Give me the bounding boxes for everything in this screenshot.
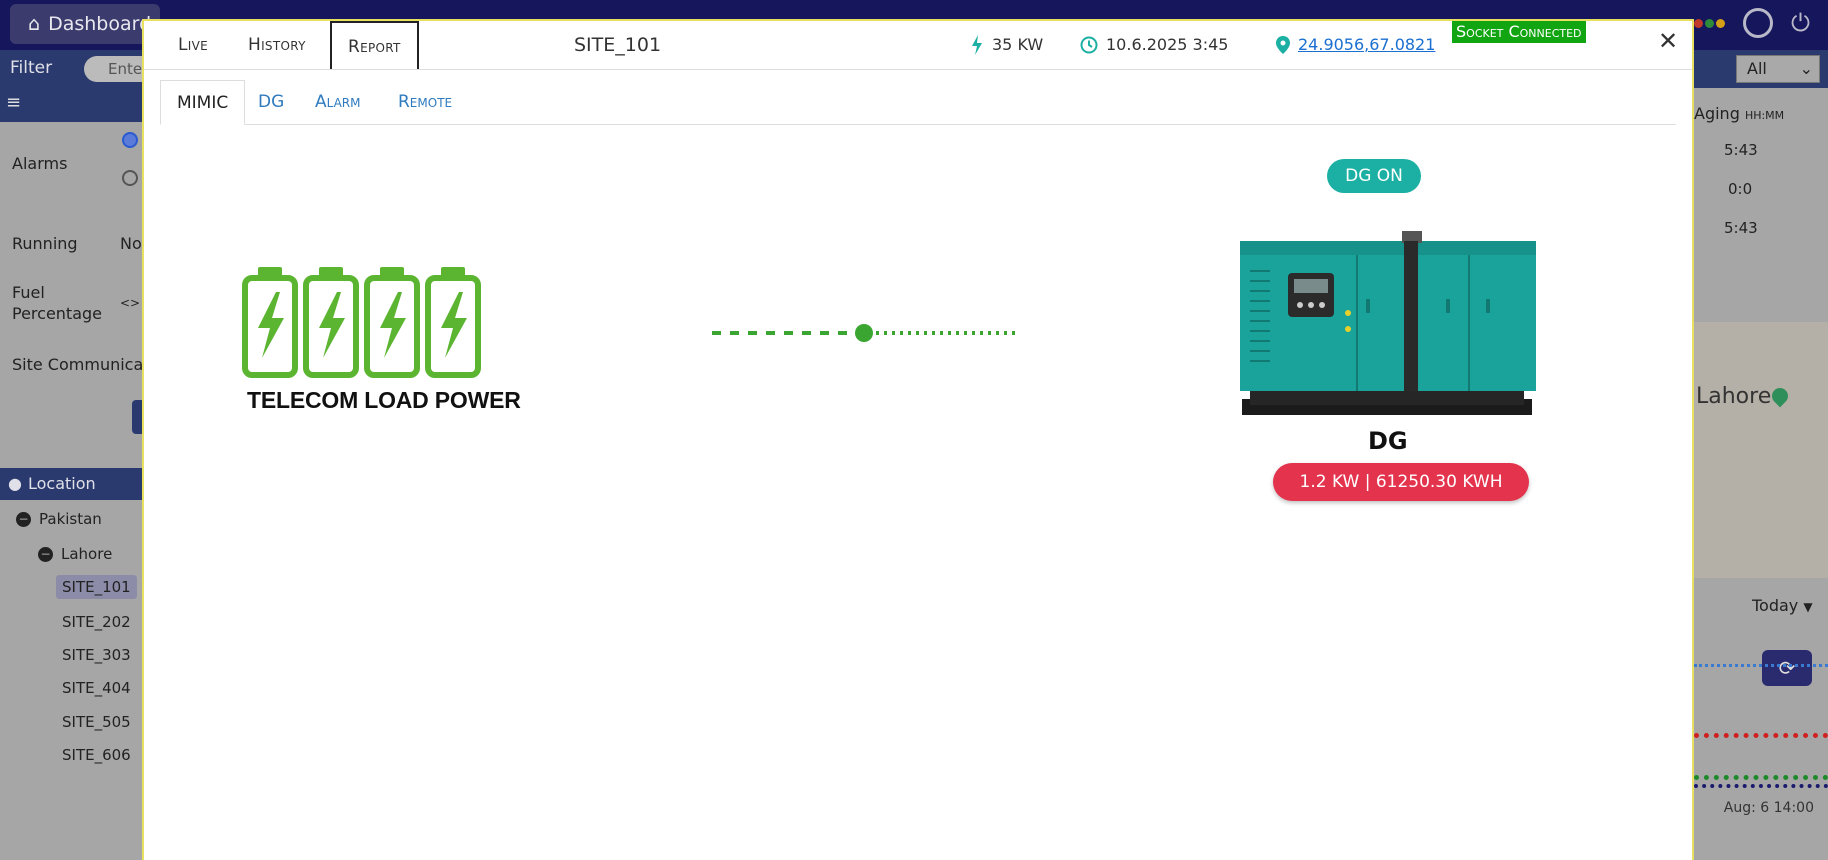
fuel-value: <> [120,296,141,310]
dg-reading-badge: 1.2 KW | 61250.30 KWH [1273,463,1529,501]
site-item-label: SITE_505 [62,713,131,731]
status-dots-icon [1694,18,1726,28]
lightning-icon [972,35,982,55]
tab-history[interactable]: History [248,21,306,69]
all-select[interactable]: All ⌄ [1736,55,1820,83]
site-communication-label: Site Communicati [12,355,154,374]
filter-icon-bar: ≡ [0,88,142,122]
dashboard-button[interactable]: ⌂ Dashboard [10,4,160,44]
map-city-label: Lahore [1696,384,1772,409]
flow-indicator [855,324,873,342]
all-select-value: All [1747,59,1767,78]
tab-alarm[interactable]: Alarm [315,80,361,125]
power-value: 35 KW [992,35,1044,54]
dashboard-label: Dashboard [48,13,152,35]
running-label: Running [12,234,78,253]
clock-icon [1080,36,1098,54]
trace-green [1694,775,1828,783]
aging-label: Aging [1694,104,1740,123]
power-readout: 35 KW [970,21,1043,69]
fuel-label: Fuel Percentage [12,283,103,323]
collapse-icon[interactable]: − [16,512,31,527]
site-item[interactable]: SITE_404 [62,679,131,697]
site-item-label: SITE_101 [56,575,137,599]
coordinates-readout: 24.9056,67.0821 [1276,21,1435,69]
tree-country[interactable]: − Pakistan [16,510,102,528]
dg-status-badge: DG ON [1327,159,1421,193]
power-icon[interactable]: ⏻ [1791,9,1810,37]
trace-navy [1694,784,1828,792]
site-item[interactable]: SITE_202 [62,613,131,631]
aging-value: 5:43 [1724,219,1758,237]
alarms-label: Alarms [12,154,68,173]
coordinates-link[interactable]: 24.9056,67.0821 [1298,21,1435,69]
site-item-label: SITE_202 [62,613,131,631]
tree-city-label: Lahore [61,545,113,563]
socket-status: Socket Connected [1452,21,1586,43]
site-item-label: SITE_303 [62,646,131,664]
location-pin-icon [1276,36,1290,54]
left-panel-button[interactable] [132,400,142,434]
alarms-radio-1[interactable] [122,132,138,148]
user-profile-icon[interactable] [1743,8,1774,38]
modal-header: Live History Report SITE_101 35 KW 10.6.… [144,21,1692,70]
alarms-radio-2[interactable] [122,170,138,186]
battery-icon [242,267,481,378]
tab-report[interactable]: Report [330,21,419,69]
site-item-label: SITE_404 [62,679,131,697]
generator-icon [1240,231,1536,415]
socket-status-badge: Socket Connected [1452,21,1586,43]
close-icon[interactable]: ✕ [1658,27,1678,55]
site-item[interactable]: SITE_303 [62,646,131,664]
tab-dg[interactable]: DG [258,80,284,125]
aging-value: 5:43 [1724,141,1758,159]
location-bar: ● Location [0,468,142,500]
trace-red [1694,733,1828,741]
location-label: Location [28,474,96,493]
filter-icon[interactable]: ≡ [6,92,21,113]
today-dropdown[interactable]: Today ▼ [1752,596,1813,615]
tree-country-label: Pakistan [39,510,102,528]
tab-remote[interactable]: Remote [398,80,452,125]
dg-label: DG [1368,427,1408,455]
chart-time-label: Aug: 6 14:00 [1723,800,1814,816]
top-icons: ⏻ [1694,8,1810,38]
site-modal: Live History Report SITE_101 35 KW 10.6.… [142,19,1694,860]
site-item-label: SITE_606 [62,746,131,764]
chevron-down-icon: ⌄ [1799,59,1813,78]
tab-live[interactable]: Live [178,21,208,69]
tab-mimic[interactable]: MIMIC [160,80,246,125]
tree-city[interactable]: − Lahore [38,545,112,563]
collapse-icon[interactable]: − [38,547,53,562]
subtab-bar: MIMIC DG Alarm Remote [160,80,1676,125]
datetime-value: 10.6.2025 3:45 [1106,35,1229,54]
trace-blue [1694,664,1828,672]
aging-header: Aging HH:MM [1694,104,1784,123]
filter-label: Filter [10,58,53,78]
site-item[interactable]: SITE_505 [62,713,131,731]
caret-down-icon: ▼ [1803,600,1813,614]
running-value: No [120,234,142,253]
site-map[interactable] [1694,322,1828,578]
aging-unit: HH:MM [1744,109,1785,122]
location-pin-icon: ● [8,474,22,493]
today-label: Today [1752,596,1799,615]
power-flow-line [712,324,1020,342]
datetime-readout: 10.6.2025 3:45 [1080,21,1228,69]
site-title: SITE_101 [574,34,662,56]
aging-value: 0:0 [1728,180,1753,198]
site-item[interactable]: SITE_101 [56,575,137,599]
site-item[interactable]: SITE_606 [62,746,131,764]
home-icon: ⌂ [28,13,41,35]
telecom-load-label: TELECOM LOAD POWER [247,387,521,413]
